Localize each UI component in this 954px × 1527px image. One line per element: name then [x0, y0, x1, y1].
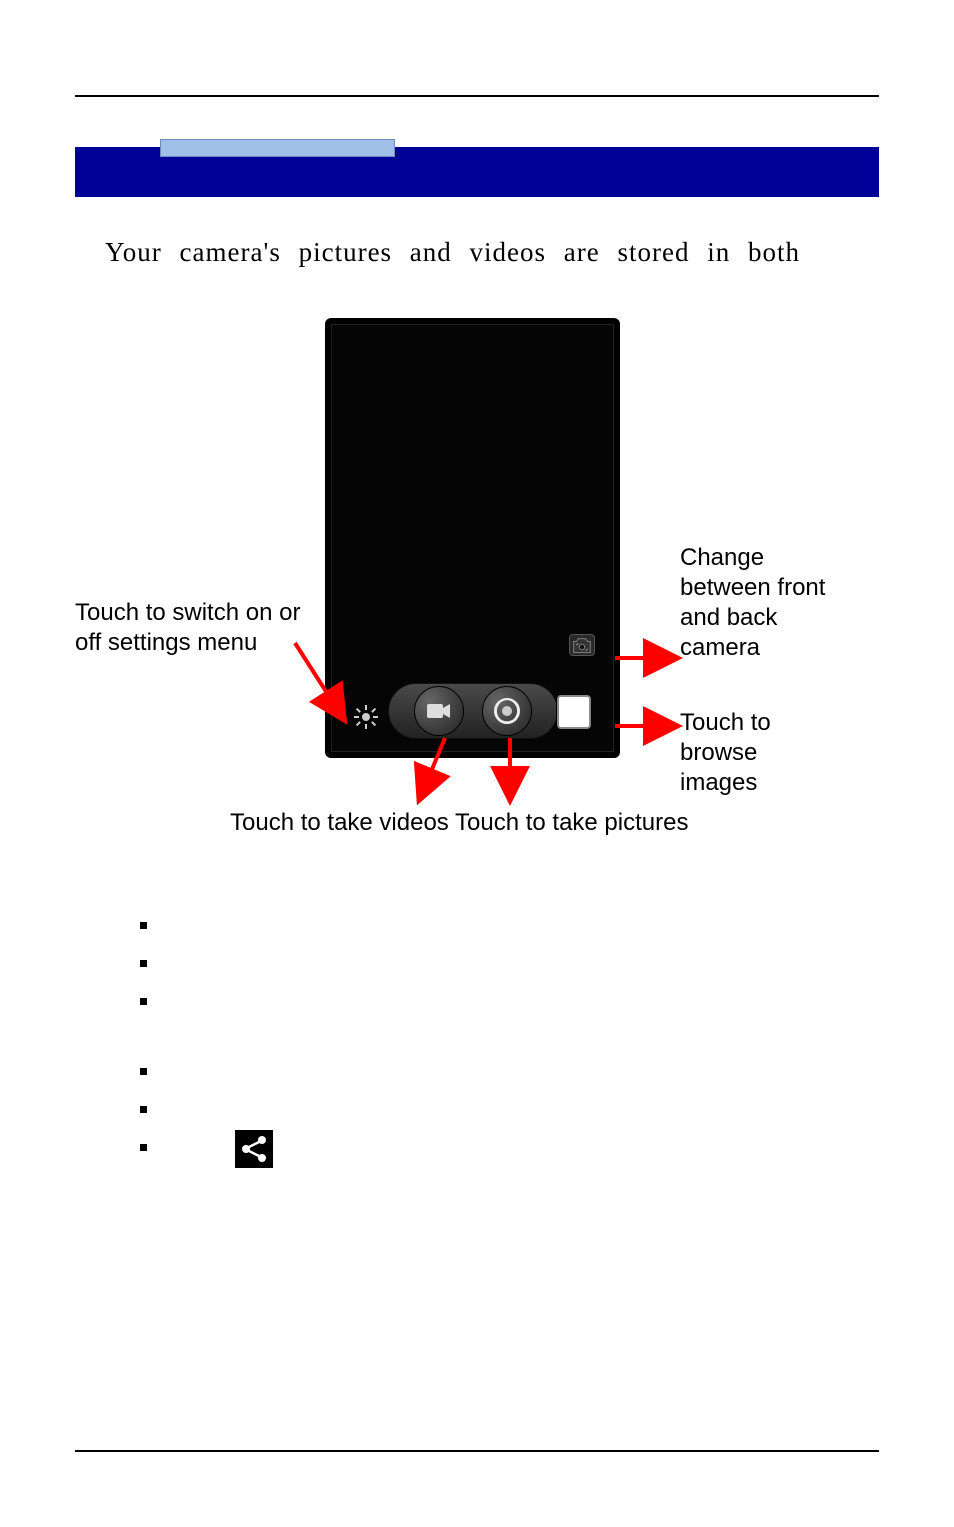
control-pill [388, 683, 558, 739]
thumbnail-icon[interactable] [557, 695, 591, 729]
list-item [140, 908, 879, 946]
phone-frame [325, 318, 620, 758]
list-item [140, 1130, 879, 1168]
bullet-list [140, 908, 879, 1168]
callout-browse-images: Touch to browse images [680, 708, 830, 798]
camera-bottom-bar [340, 678, 605, 743]
share-icon [235, 1130, 273, 1168]
callout-settings: Touch to switch on or off settings menu [75, 598, 325, 658]
gear-icon[interactable] [354, 705, 378, 729]
video-icon[interactable] [414, 686, 464, 736]
callout-take-pictures: Touch to take pictures [455, 808, 735, 838]
list-item [140, 1054, 879, 1092]
list-item [140, 946, 879, 984]
list-item [140, 1092, 879, 1130]
switch-camera-icon[interactable] [569, 634, 595, 656]
section-title-bar [75, 147, 879, 197]
list-item [140, 984, 879, 1054]
intro-text: Your camera's pictures and videos are st… [75, 237, 879, 268]
title-tab [160, 139, 395, 157]
shutter-icon[interactable] [482, 686, 532, 736]
phone-screen [331, 324, 614, 752]
camera-diagram: Touch to switch on or off settings menu … [75, 318, 875, 848]
callout-change-camera: Change between front and back camera [680, 543, 830, 663]
horizontal-rule-top [75, 95, 879, 97]
horizontal-rule-bottom [75, 1450, 879, 1452]
